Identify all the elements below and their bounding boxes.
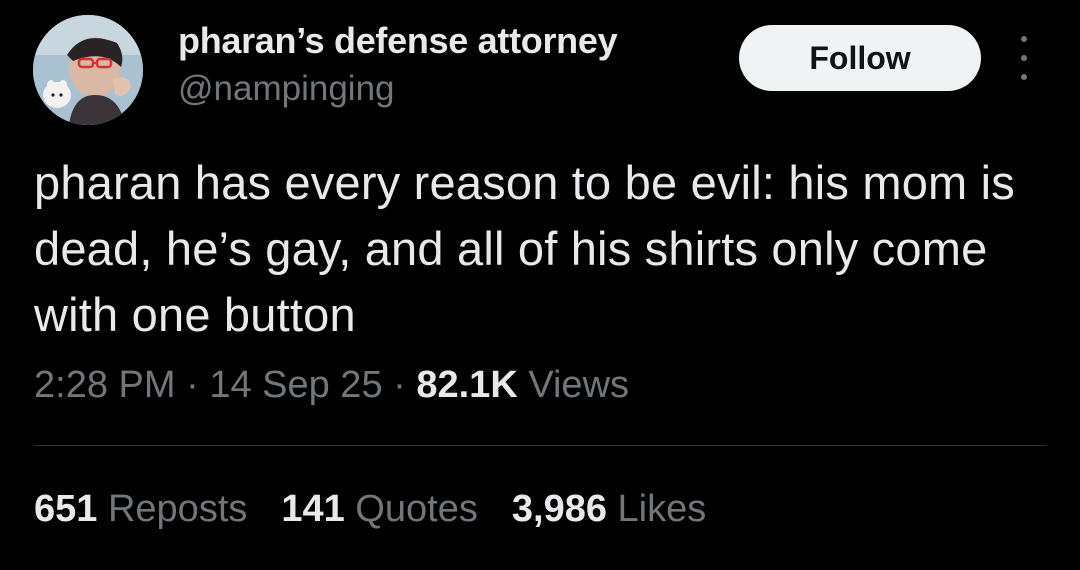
likes-stat[interactable]: 3,986 Likes xyxy=(512,488,706,531)
divider xyxy=(34,445,1047,446)
tweet-text: pharan has every reason to be evil: his … xyxy=(34,156,1016,341)
views-label: Views xyxy=(528,364,630,406)
tweet-meta: 2:28 PM · 14 Sep 25 · 82.1K Views xyxy=(34,364,629,407)
more-dot xyxy=(1021,36,1027,42)
views-count: 82.1K xyxy=(416,364,518,406)
quotes-count: 141 xyxy=(281,488,345,530)
user-avatar-photo xyxy=(33,15,143,125)
more-dot xyxy=(1021,55,1027,61)
avatar[interactable] xyxy=(33,15,143,125)
likes-count: 3,986 xyxy=(511,488,607,530)
author-handle[interactable]: @nampinging xyxy=(178,69,395,109)
meta-separator: · xyxy=(175,364,210,406)
likes-label: Likes xyxy=(617,488,707,530)
follow-button[interactable]: Follow xyxy=(739,25,981,91)
reposts-count: 651 xyxy=(34,488,98,530)
reposts-stat[interactable]: 651 Reposts xyxy=(34,488,247,531)
quotes-stat[interactable]: 141 Quotes xyxy=(281,488,478,531)
engagement-stats: 651 Reposts 141 Quotes 3,986 Likes xyxy=(34,488,706,531)
author-display-name[interactable]: pharan’s defense attorney xyxy=(178,20,618,62)
tweet-date[interactable]: 14 Sep 25 xyxy=(209,364,382,406)
reposts-label: Reposts xyxy=(107,488,248,530)
meta-separator: · xyxy=(382,364,417,406)
more-vertical-icon[interactable] xyxy=(1011,36,1037,80)
tweet-time[interactable]: 2:28 PM xyxy=(34,364,176,406)
more-dot xyxy=(1021,74,1027,80)
quotes-label: Quotes xyxy=(355,488,478,530)
